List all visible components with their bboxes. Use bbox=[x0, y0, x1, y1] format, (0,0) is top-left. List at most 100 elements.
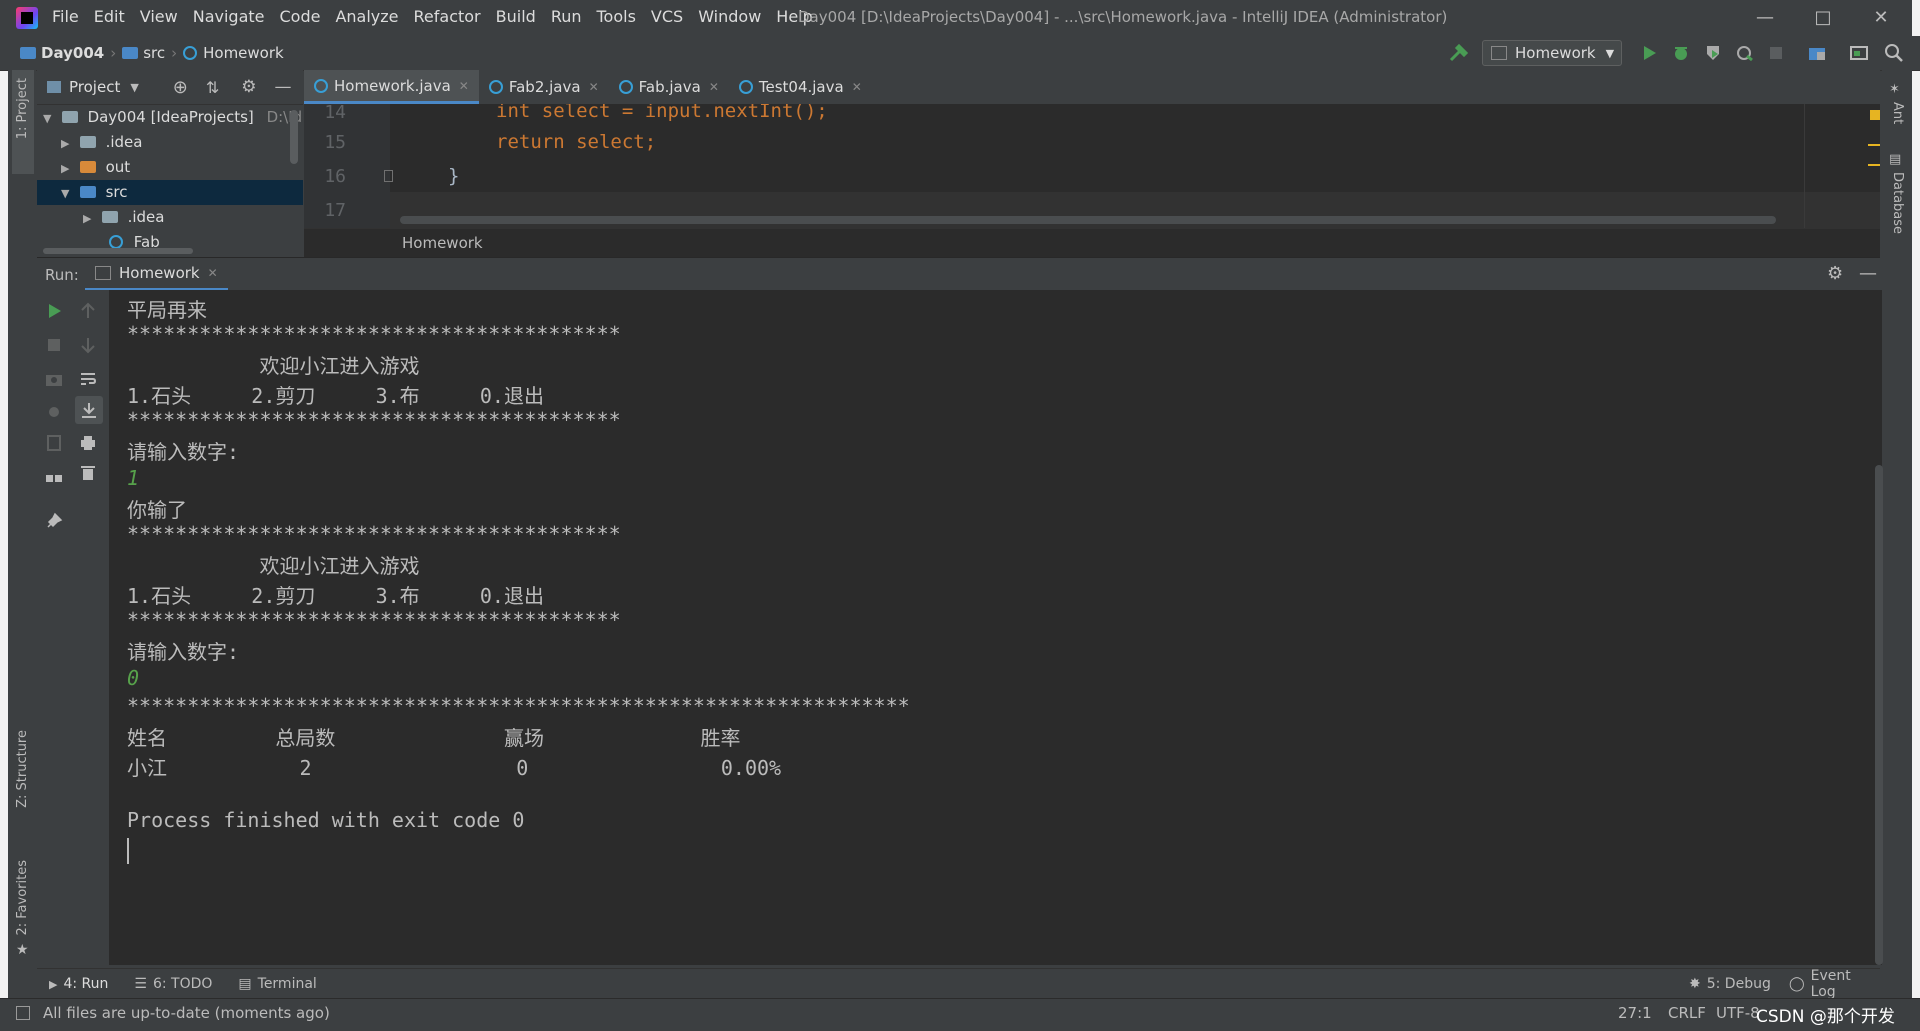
arrow-up-icon[interactable] bbox=[79, 302, 97, 320]
console-line: ****************************************… bbox=[127, 408, 621, 432]
close-tab-icon[interactable]: ✕ bbox=[589, 80, 599, 94]
minimize-button[interactable]: — bbox=[1752, 6, 1778, 30]
expanded-arrow-icon: ▼ bbox=[43, 112, 52, 125]
run-console[interactable]: 平局再来 ***********************************… bbox=[109, 290, 1882, 965]
pin-icon[interactable] bbox=[45, 512, 63, 530]
project-tool-tab[interactable]: 1: Project bbox=[12, 70, 34, 174]
stop-icon[interactable] bbox=[1768, 45, 1784, 61]
run-tool-button[interactable]: ▶ 4: Run bbox=[49, 976, 108, 992]
tree-item-project-root[interactable]: ▼ Day004 [IdeaProjects] D:\Idea bbox=[37, 105, 303, 130]
profiler-icon[interactable] bbox=[1736, 44, 1754, 62]
menu-vcs[interactable]: VCS bbox=[651, 7, 683, 26]
collapsed-arrow-icon: ▶ bbox=[83, 212, 92, 225]
close-window-button[interactable]: ✕ bbox=[1868, 6, 1894, 30]
breadcrumb-file[interactable]: Homework bbox=[203, 44, 284, 62]
menu-run[interactable]: Run bbox=[551, 7, 582, 26]
project-view-label[interactable]: Project bbox=[69, 78, 120, 96]
todo-tool-button[interactable]: ☰ 6: TODO bbox=[134, 976, 212, 992]
tab-test04-java[interactable]: Test04.java ✕ bbox=[729, 70, 872, 104]
favorites-tool-label[interactable]: 2: Favorites bbox=[15, 860, 30, 936]
project-structure-icon[interactable] bbox=[1808, 44, 1826, 62]
scroll-to-end-toggle[interactable] bbox=[75, 396, 103, 424]
console-scrollbar[interactable] bbox=[1875, 465, 1883, 965]
hide-panel-icon[interactable]: — bbox=[1859, 263, 1877, 284]
maximize-button[interactable]: □ bbox=[1810, 6, 1836, 30]
tree-item-src[interactable]: ▼ src bbox=[37, 180, 303, 205]
class-icon bbox=[314, 78, 328, 93]
console-line: 请输入数字: bbox=[127, 440, 240, 464]
menu-refactor[interactable]: Refactor bbox=[414, 7, 481, 26]
close-tab-icon[interactable]: ✕ bbox=[709, 80, 719, 94]
menu-tools[interactable]: Tools bbox=[597, 7, 636, 26]
layout-icon[interactable] bbox=[1850, 44, 1868, 62]
trash-icon[interactable] bbox=[79, 464, 97, 482]
star-icon: ★ bbox=[16, 942, 29, 958]
chevron-down-icon[interactable]: ▼ bbox=[130, 81, 138, 94]
error-stripe-mark[interactable] bbox=[1868, 144, 1880, 146]
project-scrollbar[interactable] bbox=[290, 110, 298, 164]
editor-breadcrumb: Homework bbox=[304, 228, 1880, 257]
hide-panel-icon[interactable]: — bbox=[275, 77, 292, 97]
close-tab-icon[interactable]: ✕ bbox=[208, 266, 218, 280]
project-horizontal-scrollbar[interactable] bbox=[43, 248, 193, 254]
status-message[interactable]: All files are up-to-date (moments ago) bbox=[43, 1004, 330, 1022]
ant-tool-label[interactable]: Ant bbox=[1890, 102, 1905, 124]
tab-homework-java[interactable]: Homework.java ✕ bbox=[304, 70, 479, 104]
debug-tool-button[interactable]: ✸ 5: Debug bbox=[1689, 976, 1771, 992]
close-tab-icon[interactable]: ✕ bbox=[459, 79, 469, 93]
menu-edit[interactable]: Edit bbox=[94, 7, 125, 26]
tab-fab-java[interactable]: Fab.java ✕ bbox=[609, 70, 729, 104]
code-editor[interactable]: 14 15 16 17 int select = input.nextInt()… bbox=[304, 104, 1880, 228]
warning-indicator-icon[interactable] bbox=[1870, 110, 1880, 120]
locate-icon[interactable]: ⊕ bbox=[173, 77, 188, 98]
editor-breadcrumb-class[interactable]: Homework bbox=[402, 234, 483, 252]
tree-item-out[interactable]: ▶ out bbox=[37, 155, 303, 180]
line-separator[interactable]: CRLF bbox=[1668, 1004, 1706, 1022]
menu-code[interactable]: Code bbox=[280, 7, 321, 26]
layout-icon[interactable] bbox=[45, 470, 63, 488]
soft-wrap-icon[interactable] bbox=[79, 370, 97, 388]
login-icon[interactable] bbox=[45, 434, 63, 452]
run-configuration-select[interactable]: Homework ▼ bbox=[1482, 40, 1622, 66]
gear-icon[interactable]: ⚙ bbox=[1827, 263, 1843, 284]
toggle-tool-windows-icon[interactable] bbox=[16, 1006, 30, 1020]
build-hammer-icon[interactable] bbox=[1448, 44, 1468, 64]
menu-analyze[interactable]: Analyze bbox=[335, 7, 398, 26]
breadcrumb-project[interactable]: Day004 bbox=[41, 44, 104, 62]
bug-icon[interactable] bbox=[45, 402, 63, 420]
editor-gutter: 14 15 16 17 bbox=[304, 104, 393, 228]
stop-icon[interactable] bbox=[45, 336, 63, 354]
gear-icon[interactable]: ⚙ bbox=[241, 77, 256, 97]
editor-horizontal-scrollbar[interactable] bbox=[400, 216, 1776, 224]
event-log-button[interactable]: ◯ Event Log bbox=[1789, 968, 1854, 1000]
rerun-icon[interactable] bbox=[45, 302, 63, 320]
tree-item-idea[interactable]: ▶ .idea bbox=[37, 130, 303, 155]
print-icon[interactable] bbox=[79, 434, 97, 452]
menu-file[interactable]: File bbox=[52, 7, 79, 26]
search-everywhere-icon[interactable] bbox=[1884, 43, 1904, 63]
tree-item-src-idea[interactable]: ▶ .idea bbox=[37, 205, 303, 230]
menu-window[interactable]: Window bbox=[698, 7, 761, 26]
fold-marker-icon[interactable] bbox=[384, 170, 393, 182]
arrow-down-icon[interactable] bbox=[79, 336, 97, 354]
close-tab-icon[interactable]: ✕ bbox=[852, 80, 862, 94]
file-encoding[interactable]: UTF-8 bbox=[1716, 1004, 1760, 1022]
menu-view[interactable]: View bbox=[140, 7, 178, 26]
menu-build[interactable]: Build bbox=[496, 7, 536, 26]
debug-icon[interactable] bbox=[1672, 44, 1690, 62]
structure-tool-label[interactable]: Z: Structure bbox=[15, 730, 30, 808]
error-stripe-mark[interactable] bbox=[1868, 164, 1880, 166]
breadcrumb-folder[interactable]: src bbox=[143, 44, 165, 62]
run-icon[interactable] bbox=[1640, 44, 1658, 62]
camera-icon[interactable] bbox=[45, 370, 63, 388]
tab-fab2-java[interactable]: Fab2.java ✕ bbox=[479, 70, 609, 104]
menu-navigate[interactable]: Navigate bbox=[193, 7, 265, 26]
run-tab-homework[interactable]: Homework ✕ bbox=[85, 258, 228, 291]
console-line: 平局再来 bbox=[127, 298, 207, 322]
collapse-all-icon[interactable]: ⇅ bbox=[206, 78, 219, 97]
caret-position[interactable]: 27:1 bbox=[1618, 1004, 1652, 1022]
coverage-icon[interactable] bbox=[1704, 44, 1722, 62]
tree-item-label: Day004 [IdeaProjects] bbox=[87, 108, 254, 126]
database-tool-label[interactable]: Database bbox=[1890, 172, 1905, 234]
terminal-tool-button[interactable]: ▤ Terminal bbox=[238, 976, 316, 992]
